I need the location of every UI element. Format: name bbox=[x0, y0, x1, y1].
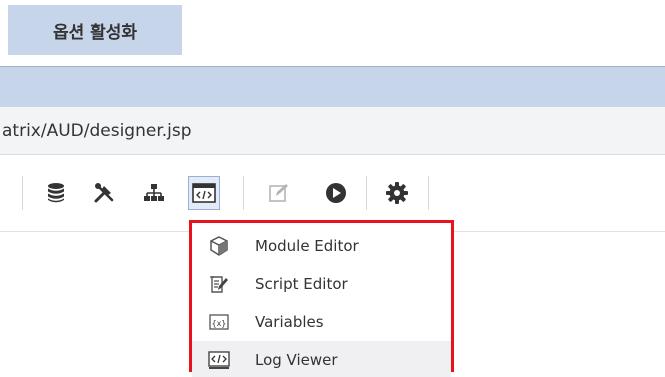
code-tools-dropdown: Module Editor Script Editor {x} Variable… bbox=[189, 220, 454, 377]
script-edit-icon bbox=[208, 273, 230, 295]
code-window-button[interactable] bbox=[188, 176, 220, 210]
toolbar-separator bbox=[22, 176, 23, 210]
tools-button[interactable] bbox=[88, 176, 120, 210]
menu-item-script-editor[interactable]: Script Editor bbox=[192, 265, 451, 303]
tools-icon bbox=[94, 183, 114, 203]
settings-button[interactable] bbox=[381, 176, 413, 210]
cube-icon bbox=[208, 235, 230, 257]
menu-item-module-editor[interactable]: Module Editor bbox=[192, 227, 451, 265]
hierarchy-button[interactable] bbox=[138, 176, 170, 210]
app-header-strip bbox=[0, 66, 665, 107]
variables-icon: {x} bbox=[208, 311, 230, 333]
gear-icon bbox=[386, 182, 408, 204]
play-icon bbox=[326, 183, 346, 203]
svg-text:{x}: {x} bbox=[212, 319, 226, 328]
code-window-icon bbox=[192, 183, 216, 203]
database-icon bbox=[48, 183, 64, 203]
toolbar-separator bbox=[428, 176, 429, 210]
menu-item-label: Log Viewer bbox=[255, 351, 338, 369]
database-button[interactable] bbox=[40, 176, 72, 210]
edit-icon bbox=[269, 184, 288, 202]
log-viewer-icon bbox=[208, 349, 230, 371]
address-url: atrix/AUD/designer.jsp bbox=[2, 120, 192, 141]
run-button[interactable] bbox=[320, 176, 352, 210]
toolbar-separator bbox=[243, 176, 244, 210]
address-bar[interactable]: atrix/AUD/designer.jsp bbox=[0, 107, 665, 155]
option-activate-label: 옵션 활성화 bbox=[8, 5, 182, 55]
hierarchy-icon bbox=[144, 184, 164, 201]
edit-button[interactable] bbox=[263, 176, 295, 210]
menu-item-label: Module Editor bbox=[255, 237, 359, 255]
menu-item-log-viewer[interactable]: Log Viewer bbox=[192, 341, 451, 377]
menu-item-label: Script Editor bbox=[255, 275, 348, 293]
menu-item-variables[interactable]: {x} Variables bbox=[192, 303, 451, 341]
toolbar-separator bbox=[366, 176, 367, 210]
menu-item-label: Variables bbox=[255, 313, 324, 331]
